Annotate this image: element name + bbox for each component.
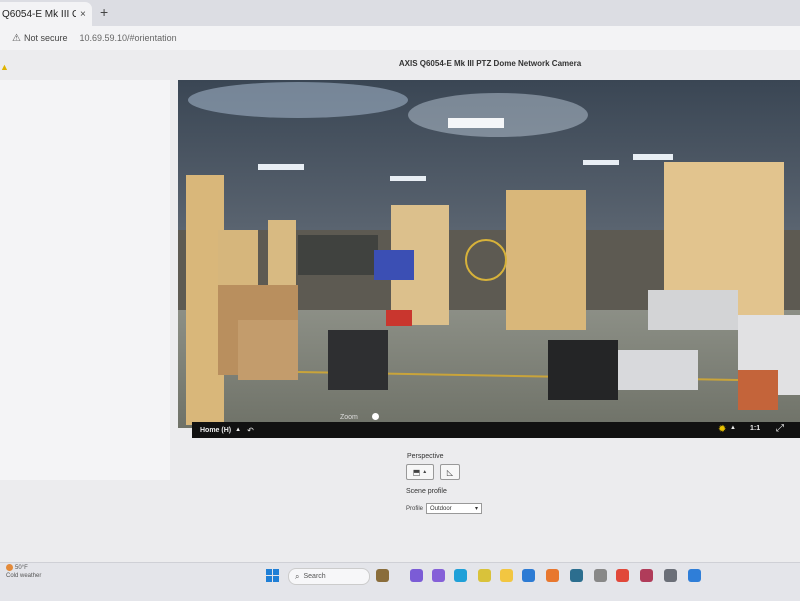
zoom-slider-handle[interactable] [372, 413, 379, 420]
perspective-heading: Perspective [407, 453, 444, 460]
settings-gear-icon[interactable]: ✹ [718, 424, 726, 435]
chevron-up-icon[interactable]: ▲ [235, 427, 241, 433]
perspective-ceiling-button[interactable]: ⬒ ▲ [406, 464, 434, 480]
camera-mount-icon: ⬒ [412, 467, 421, 477]
live-video-view[interactable] [178, 80, 800, 428]
widgets-app-icon[interactable] [376, 569, 389, 582]
windows-taskbar: 50°F Cold weather ⌕ Search [0, 562, 800, 601]
browser-tab[interactable]: Q6054-E Mk III Orientation × [0, 2, 92, 26]
zoom-label: Zoom [340, 414, 358, 421]
preset-selector[interactable]: Home (H) [200, 427, 231, 434]
tab-strip: Q6054-E Mk III Orientation × + [0, 0, 800, 26]
mail-icon[interactable] [522, 569, 535, 582]
back-arrow-icon[interactable]: ↶ [247, 426, 254, 435]
chevron-down-icon: ▾ [474, 506, 478, 512]
page-title: AXIS Q6054-E Mk III PTZ Dome Network Cam… [398, 59, 582, 68]
side-panel [0, 80, 170, 480]
perspective-wall-button[interactable]: ◺ [440, 464, 460, 480]
firefox-icon[interactable] [546, 569, 559, 582]
chat-app-icon[interactable] [410, 569, 423, 582]
warning-icon[interactable]: ⚠ [12, 33, 21, 44]
chevron-up-icon: ▲ [422, 469, 428, 475]
scene-profile-heading: Scene profile [406, 488, 447, 495]
aspect-ratio-button[interactable]: 1:1 [750, 425, 760, 432]
profile-selected-value: Outdoor [430, 505, 452, 512]
new-tab-button[interactable]: + [100, 4, 108, 20]
camera-feed-image [178, 80, 800, 428]
chrome-icon[interactable] [616, 569, 629, 582]
profile-dropdown[interactable]: Outdoor ▾ [426, 503, 482, 514]
tab-title: Q6054-E Mk III Orientation [2, 8, 76, 20]
close-tab-icon[interactable]: × [80, 9, 86, 20]
fullscreen-icon[interactable]: ⤢ [776, 423, 784, 434]
file-explorer-icon[interactable] [500, 569, 513, 582]
app-icon[interactable] [594, 569, 607, 582]
app-icon[interactable] [570, 569, 583, 582]
weather-text: Cold weather [6, 573, 42, 580]
notepad-icon[interactable] [478, 569, 491, 582]
start-button-icon[interactable] [266, 569, 280, 583]
url-text[interactable]: 10.69.59.10/#orientation [80, 33, 177, 43]
search-icon: ⌕ [295, 571, 300, 581]
video-control-bar: Home (H) ▲ ↶ Zoom ✹ ▲ 1:1 ⤢ [192, 413, 800, 438]
app-icon[interactable] [688, 569, 701, 582]
chat-app-icon[interactable] [432, 569, 445, 582]
warning-indicator-icon: ▲ [0, 62, 9, 72]
app-icon[interactable] [640, 569, 653, 582]
security-label[interactable]: Not secure [24, 33, 68, 43]
weather-temp: 50°F [15, 565, 28, 572]
settings-icon[interactable] [664, 569, 677, 582]
taskbar-search[interactable]: ⌕ Search [288, 568, 370, 585]
weather-icon [6, 564, 13, 571]
chevron-up-icon[interactable]: ▲ [730, 425, 736, 431]
weather-widget[interactable]: 50°F Cold weather [6, 564, 41, 580]
search-placeholder: Search [303, 573, 326, 580]
edge-browser-icon[interactable] [454, 569, 467, 582]
floor-angle-icon: ◺ [446, 467, 454, 477]
profile-label: Profile [406, 506, 424, 512]
camera-page: ▲ AXIS Q6054-E Mk III PTZ Dome Network C… [0, 50, 800, 562]
address-bar[interactable]: ⚠ Not secure 10.69.59.10/#orientation [0, 26, 800, 50]
